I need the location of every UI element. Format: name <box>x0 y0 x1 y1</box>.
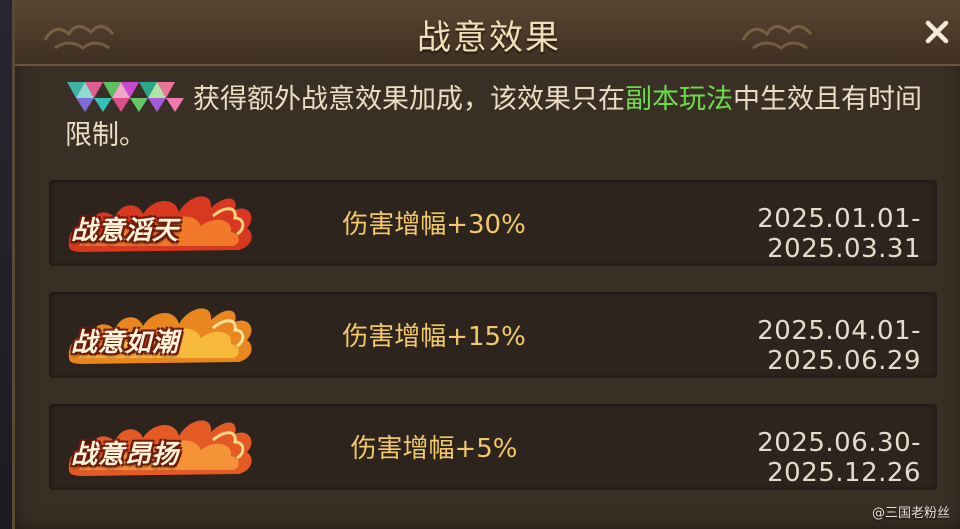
effect-row: 战意昂扬 伤害增幅+5% 2025.06.30-2025.12.26 <box>49 404 937 490</box>
badge-tidal-spirit: 战意如潮 <box>63 300 259 368</box>
effect-value: 伤害增幅+30% <box>342 210 526 240</box>
game-screen: 战意效果 获得额外战意效果加成，该效果只在副本玩法中生效且有时间限制。 战意滔天… <box>0 0 960 529</box>
close-icon[interactable] <box>924 19 950 45</box>
watermark: @三国老粉丝 <box>871 506 950 521</box>
dialog-title: 战意效果 <box>417 18 561 58</box>
dialog-titlebar: 战意效果 <box>15 0 960 66</box>
badge-label: 战意昂扬 <box>71 440 180 470</box>
badge-high-spirit: 战意昂扬 <box>63 412 259 480</box>
pixelated-avatar-icon <box>65 76 191 114</box>
effect-period: 2025.01.01-2025.03.31 <box>757 204 921 264</box>
effect-period: 2025.04.01-2025.06.29 <box>757 316 921 376</box>
badge-label: 战意滔天 <box>71 216 180 246</box>
description-text-before: 获得额外战意效果加成，该效果只在 <box>193 84 625 115</box>
close-button[interactable] <box>919 12 955 52</box>
badge-label: 战意如潮 <box>71 328 180 358</box>
badge-surging-spirit: 战意滔天 <box>63 188 259 256</box>
effect-value: 伤害增幅+5% <box>350 434 518 464</box>
effect-dialog: 战意效果 获得额外战意效果加成，该效果只在副本玩法中生效且有时间限制。 战意滔天… <box>12 0 960 529</box>
effect-description: 获得额外战意效果加成，该效果只在副本玩法中生效且有时间限制。 <box>65 76 935 154</box>
effect-period: 2025.06.30-2025.12.26 <box>757 428 921 488</box>
game-mode-link[interactable]: 副本玩法 <box>625 84 733 115</box>
effect-value: 伤害增幅+15% <box>342 322 526 352</box>
effect-row: 战意滔天 伤害增幅+30% 2025.01.01-2025.03.31 <box>49 180 937 266</box>
effect-row: 战意如潮 伤害增幅+15% 2025.04.01-2025.06.29 <box>49 292 937 378</box>
